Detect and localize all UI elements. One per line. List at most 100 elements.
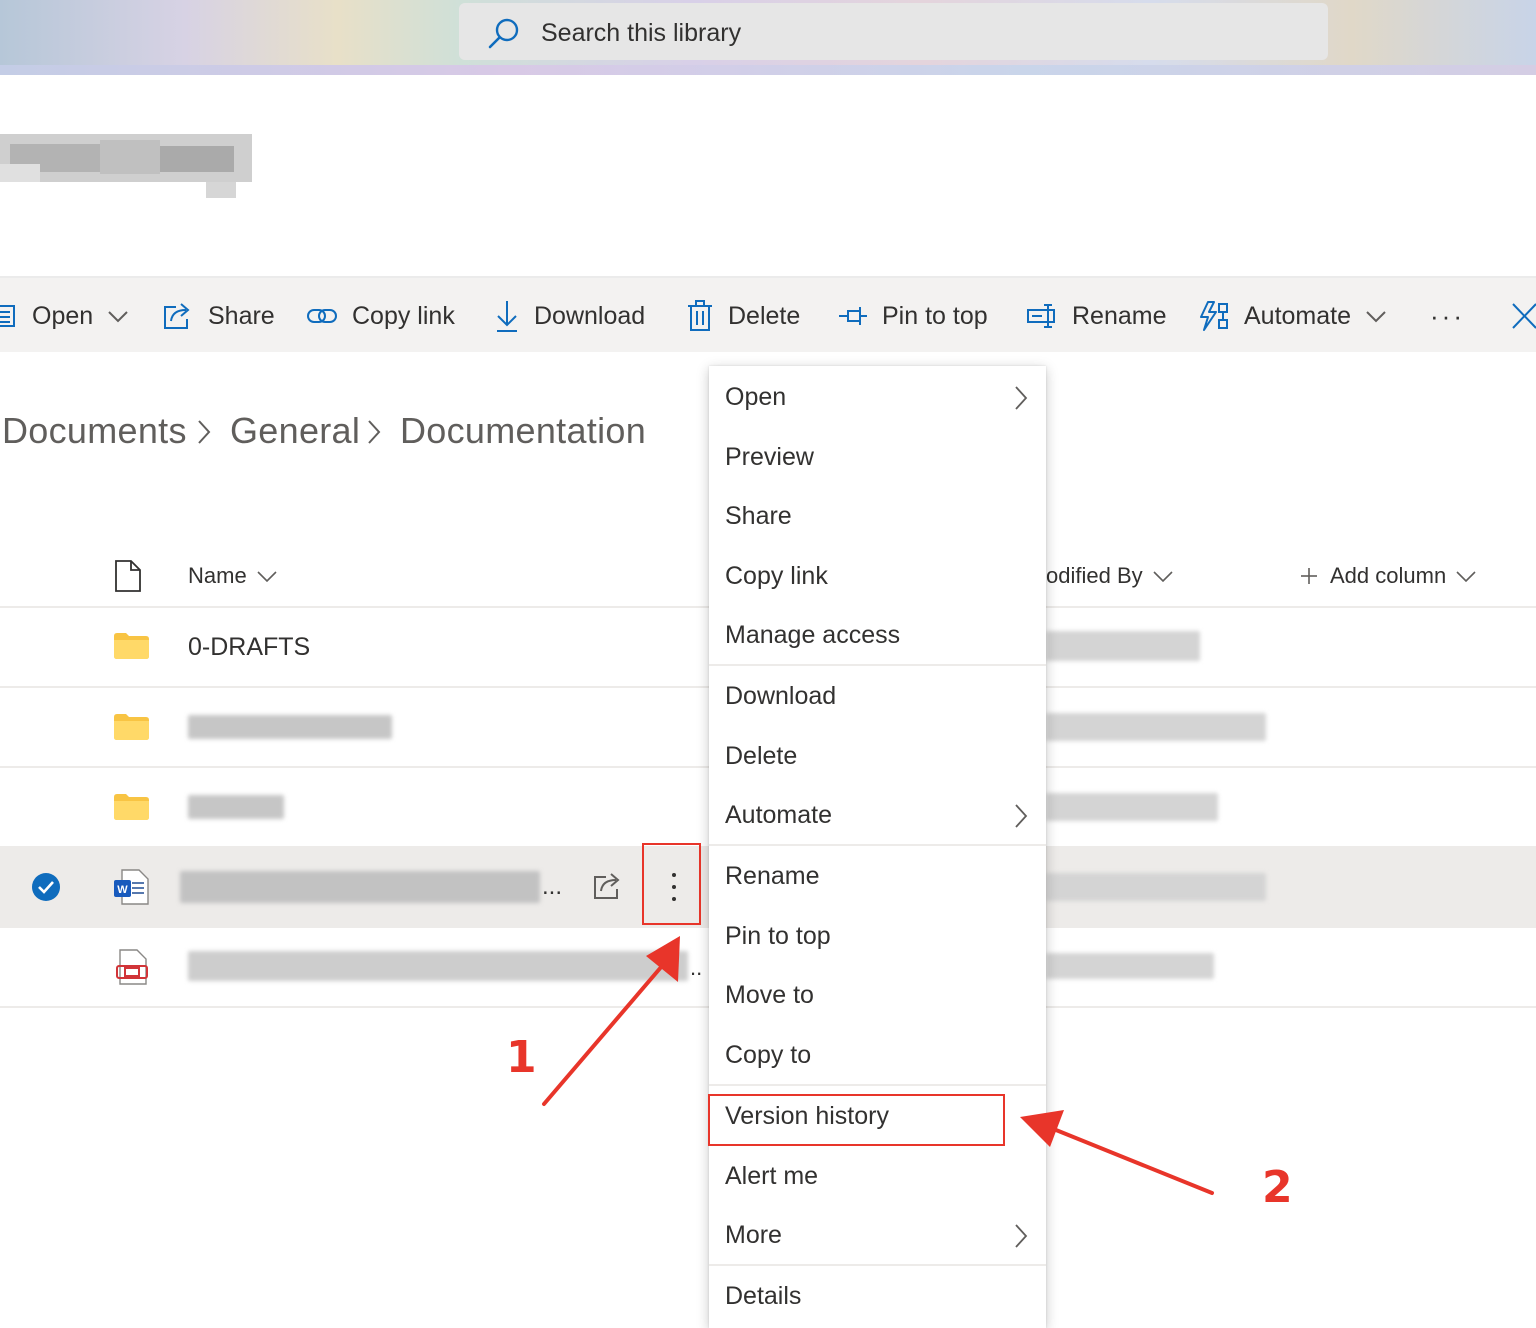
column-header-modified-by[interactable]: odified By: [1046, 563, 1173, 589]
delete-button[interactable]: Delete: [686, 278, 800, 354]
menu-item-alert-me[interactable]: Alert me: [709, 1146, 1046, 1206]
redacted-row-name: [180, 871, 540, 903]
redacted-modified-by: [1046, 793, 1218, 821]
redacted-modified-by: [1046, 631, 1200, 661]
menu-item-manage-access[interactable]: Manage access: [709, 605, 1046, 665]
trash-icon: [688, 300, 712, 331]
chevron-right-icon: [1015, 1224, 1028, 1248]
annotation-box-more-actions: [642, 843, 701, 925]
add-column-button[interactable]: Add column: [1300, 563, 1476, 589]
plus-icon: [1301, 568, 1317, 584]
chevron-down-icon: [108, 311, 128, 323]
download-button[interactable]: Download: [494, 278, 645, 354]
selected-check-icon[interactable]: [31, 872, 61, 902]
menu-item-label: Open: [725, 382, 787, 411]
pin-icon: [839, 307, 867, 325]
chevron-right-icon: [368, 420, 381, 444]
menu-item-copy-link[interactable]: Copy link: [709, 546, 1046, 606]
redacted-row-name: [188, 795, 284, 819]
menu-item-pin-to-top[interactable]: Pin to top: [709, 906, 1046, 966]
chevron-down-icon: [1366, 311, 1386, 323]
file-type-header-icon[interactable]: [114, 559, 142, 593]
copy-link-button[interactable]: Copy link: [306, 278, 455, 354]
menu-item-label: Copy to: [725, 1040, 812, 1069]
menu-item-rename[interactable]: Rename: [709, 846, 1046, 906]
automate-label: Automate: [1244, 301, 1352, 330]
breadcrumb-general[interactable]: General: [230, 410, 360, 452]
menu-item-label: Details: [725, 1281, 802, 1310]
row-name[interactable]: 0-DRAFTS: [188, 633, 310, 662]
menu-item-label: Automate: [725, 800, 833, 829]
redacted-modified-by: [1046, 713, 1266, 741]
chevron-right-icon: [198, 420, 211, 444]
menu-item-automate[interactable]: Automate: [709, 785, 1046, 845]
redacted-row-name: [188, 715, 392, 739]
annotation-box-version-history: [708, 1094, 1005, 1146]
add-column-label: Add column: [1330, 563, 1447, 588]
clear-selection-button[interactable]: [1510, 278, 1536, 354]
share-button[interactable]: Share: [162, 278, 275, 354]
download-icon: [497, 301, 517, 332]
open-label: Open: [32, 301, 94, 330]
command-bar: Open Share Copy link Download Delete Pin…: [0, 276, 1536, 352]
name-truncation: ..: [690, 955, 703, 980]
more-commands-button[interactable]: ···: [1430, 278, 1465, 354]
delete-label: Delete: [728, 301, 801, 330]
suite-header: Search this library: [0, 0, 1536, 75]
annotation-step-2: 2: [1262, 1162, 1293, 1213]
share-label: Share: [208, 301, 275, 330]
menu-item-move-to[interactable]: Move to: [709, 965, 1046, 1025]
menu-item-preview[interactable]: Preview: [709, 427, 1046, 487]
more-icon: ···: [1430, 300, 1465, 331]
folder-icon: [114, 714, 149, 740]
annotation-step-1: 1: [506, 1032, 537, 1083]
context-menu: Open Preview Share Copy link Manage acce…: [709, 366, 1046, 1328]
folder-icon: [114, 794, 149, 820]
menu-item-label: Rename: [725, 861, 820, 890]
site-title-redacted: [0, 134, 282, 198]
pin-to-top-button[interactable]: Pin to top: [838, 278, 988, 354]
svg-text:W: W: [117, 884, 128, 896]
column-name-label: Name: [188, 563, 247, 588]
pin-to-top-label: Pin to top: [882, 301, 988, 330]
menu-item-more[interactable]: More: [709, 1205, 1046, 1265]
close-icon: [1512, 303, 1536, 329]
search-box[interactable]: Search this library: [459, 3, 1328, 60]
open-icon: [0, 305, 15, 327]
menu-item-details[interactable]: Details: [709, 1266, 1046, 1326]
menu-item-download[interactable]: Download: [709, 666, 1046, 726]
breadcrumb-documentation: Documentation: [400, 410, 647, 451]
menu-item-share[interactable]: Share: [709, 486, 1046, 546]
menu-item-label: More: [725, 1220, 782, 1249]
menu-item-label: Preview: [725, 442, 814, 471]
chevron-down-icon: [1153, 571, 1173, 582]
menu-item-label: Download: [725, 681, 837, 710]
breadcrumb-documents[interactable]: Documents: [2, 410, 187, 452]
automate-button[interactable]: Automate: [1198, 278, 1387, 354]
download-label: Download: [534, 301, 646, 330]
redacted-row-name: [188, 951, 688, 981]
menu-item-label: Manage access: [725, 620, 901, 649]
menu-item-label: Copy link: [725, 561, 828, 590]
menu-item-delete[interactable]: Delete: [709, 726, 1046, 786]
menu-item-open[interactable]: Open: [709, 367, 1046, 427]
pdf-file-icon: [116, 949, 148, 985]
copy-link-label: Copy link: [352, 301, 455, 330]
rename-label: Rename: [1072, 301, 1167, 330]
chevron-right-icon: [1015, 386, 1028, 410]
share-icon[interactable]: [592, 871, 624, 901]
name-truncation: ...: [542, 873, 563, 900]
rename-icon: [1027, 304, 1055, 328]
search-placeholder: Search this library: [541, 19, 742, 47]
share-icon: [164, 303, 190, 329]
arrow-2-line: [1054, 1128, 1214, 1195]
menu-item-label: Alert me: [725, 1161, 819, 1190]
open-button[interactable]: Open: [0, 278, 129, 354]
menu-item-label: Delete: [725, 741, 798, 770]
column-header-name[interactable]: Name: [188, 563, 277, 589]
link-icon: [307, 309, 337, 323]
rename-button[interactable]: Rename: [1026, 278, 1167, 354]
menu-item-copy-to[interactable]: Copy to: [709, 1025, 1046, 1085]
word-file-icon: W: [114, 869, 149, 905]
automate-icon: [1200, 301, 1228, 331]
